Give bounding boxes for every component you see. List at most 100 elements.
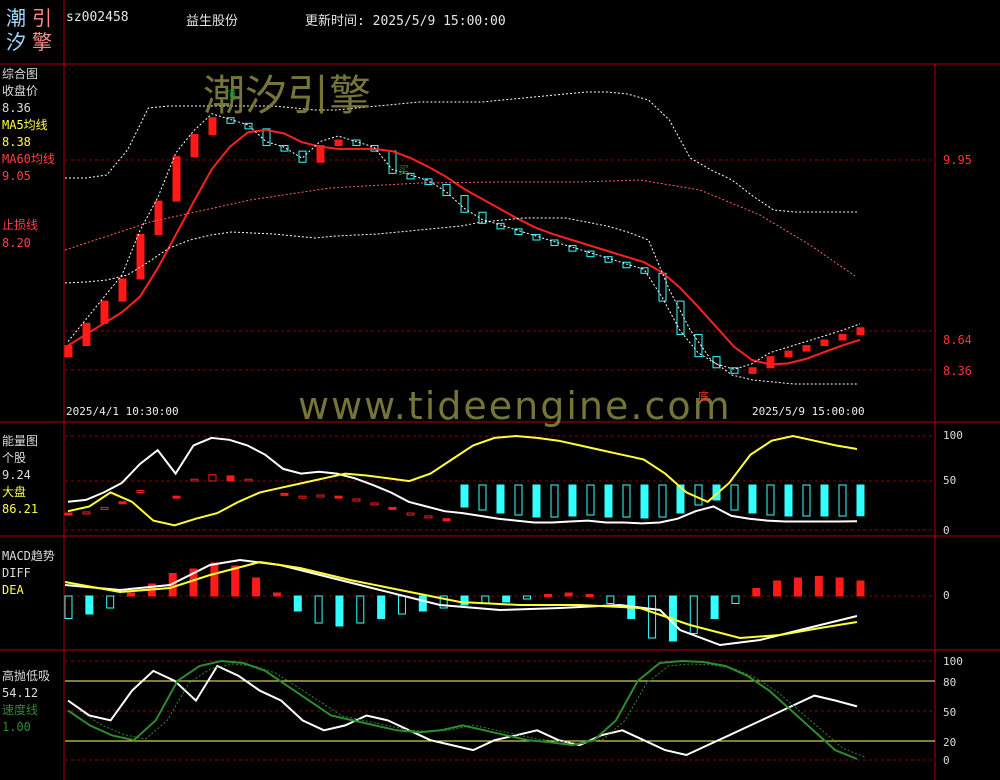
macd-bar — [460, 595, 469, 606]
macd-bar — [606, 595, 615, 604]
macd-bar — [418, 595, 427, 612]
energy-bar-up — [226, 475, 235, 482]
energy-bar-up — [316, 494, 325, 498]
macd-bar — [543, 594, 552, 597]
mid-marker: 买 — [398, 164, 409, 177]
energy-bar-down — [856, 484, 865, 517]
energy-bar-down — [766, 484, 775, 516]
tick-8-36: 8.36 — [943, 364, 972, 378]
macd-bar — [231, 565, 240, 597]
price-candle — [838, 333, 847, 341]
price-candle — [190, 133, 199, 158]
price-candle — [334, 139, 343, 147]
macd-bar — [793, 577, 802, 597]
macd-bar — [127, 592, 136, 597]
energy-bar-up — [118, 501, 127, 505]
hl-speed-value: 1.00 — [2, 720, 31, 734]
energy-market-value: 86.21 — [2, 502, 39, 516]
macd-diff-label: DIFF — [2, 566, 31, 580]
stop-value: 8.20 — [2, 236, 31, 250]
energy-bar-down — [838, 484, 847, 517]
energy-bar-up — [370, 502, 379, 506]
tick-9-95: 9.95 — [943, 153, 972, 167]
hl-tick-100: 100 — [943, 655, 963, 668]
macd-bar — [648, 595, 657, 639]
hl-title: 高抛低吸 — [2, 669, 51, 683]
macd-bar — [814, 576, 823, 597]
energy-bar-down — [802, 484, 811, 517]
price-candle — [100, 300, 109, 324]
bottom-marker: 底 — [698, 390, 709, 403]
macd-bar — [773, 580, 782, 597]
ma60-line — [67, 128, 861, 366]
ma60-label: MA60均线 — [2, 152, 55, 166]
macd-bar — [564, 592, 573, 597]
energy-tick-0: 0 — [943, 524, 950, 537]
close-value: 8.36 — [2, 101, 31, 115]
energy-bar-down — [784, 484, 793, 517]
date-end: 2025/5/9 15:00:00 — [752, 405, 865, 418]
energy-bar-up — [298, 495, 307, 499]
main-title: 综合图 — [2, 67, 39, 81]
energy-bar-up — [406, 512, 415, 516]
hl-speed-line — [67, 659, 858, 760]
macd-bar — [397, 595, 406, 615]
price-candle — [784, 350, 793, 358]
energy-bar-up — [172, 495, 181, 499]
energy-bar-up — [136, 490, 145, 494]
hl-tick-20: 20 — [943, 736, 957, 749]
energy-bar-down — [460, 484, 469, 508]
energy-bar-down — [604, 484, 613, 518]
price-candle — [118, 278, 127, 302]
macd-bar — [335, 595, 344, 627]
macd-bar — [585, 594, 594, 597]
macd-dea-label: DEA — [2, 583, 24, 597]
date-start: 2025/4/1 10:30:00 — [66, 405, 179, 418]
stock-chart-window: 潮 引 汐 擎 sz002458 益生股份 更新时间: 2025/5/9 15:… — [0, 0, 1000, 780]
hl-tick-0: 0 — [943, 754, 950, 767]
price-candle — [820, 339, 829, 347]
macd-bar — [272, 592, 281, 597]
price-candle — [766, 356, 775, 369]
price-candle — [64, 345, 73, 358]
energy-tick-50: 50 — [943, 474, 957, 487]
energy-bar-down — [694, 484, 703, 506]
ma120-line — [64, 179, 856, 277]
macd-bar — [731, 595, 740, 604]
energy-bar-down — [622, 484, 631, 518]
hl-speed-label: 速度线 — [2, 703, 39, 717]
energy-bar-down — [586, 484, 595, 516]
energy-bar-down — [532, 484, 541, 518]
macd-bar — [835, 577, 844, 597]
macd-bar — [752, 588, 761, 597]
energy-bar-down — [496, 484, 505, 514]
price-candle — [460, 195, 469, 213]
energy-bar-down — [568, 484, 577, 517]
energy-bar-down — [550, 484, 559, 518]
energy-market-label: 大盘 — [2, 485, 27, 499]
energy-tick-100: 100 — [943, 429, 963, 442]
energy-bar-up — [352, 498, 361, 502]
upper-band-line — [65, 91, 857, 213]
ma5-label: MA5均线 — [2, 118, 48, 132]
macd-bar — [85, 595, 94, 615]
macd-bar — [502, 595, 511, 603]
macd-bar — [523, 595, 532, 600]
top-marker: 顶 — [225, 89, 236, 102]
macd-bar — [356, 595, 365, 624]
lower-band-line — [64, 217, 857, 385]
price-candle — [316, 145, 325, 163]
energy-bar-up — [442, 518, 451, 522]
energy-bar-down — [748, 484, 757, 514]
ma60-value: 9.05 — [2, 169, 31, 183]
energy-stock-label: 个股 — [2, 451, 27, 465]
price-candle — [676, 300, 685, 335]
energy-bar-down — [514, 484, 523, 516]
energy-bar-up — [334, 495, 343, 499]
energy-bar-up — [424, 515, 433, 519]
hl-tick-50: 50 — [943, 706, 957, 719]
energy-bar-down — [640, 484, 649, 519]
energy-bar-up — [208, 474, 217, 482]
macd-bar — [377, 595, 386, 619]
macd-bar — [856, 580, 865, 597]
